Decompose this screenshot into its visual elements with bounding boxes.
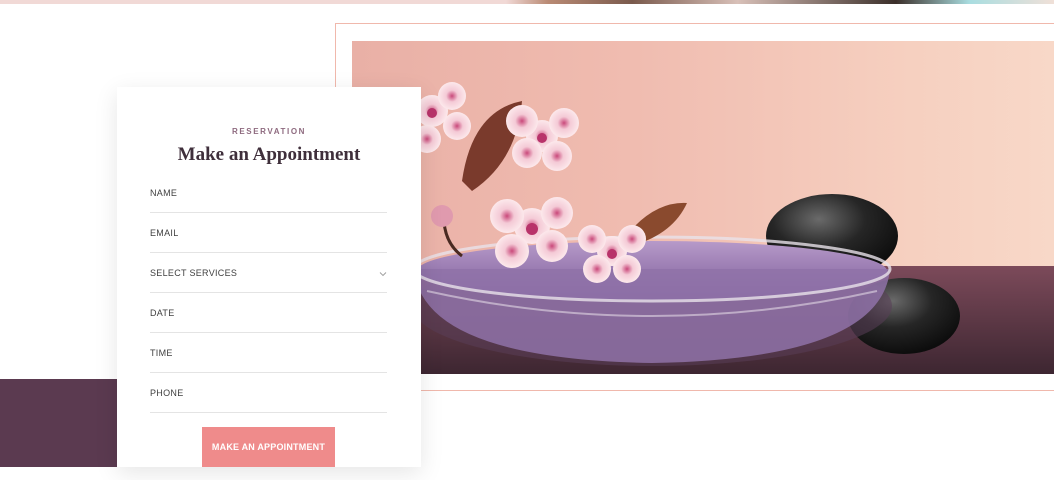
top-image-strip bbox=[0, 0, 1054, 4]
appointment-form-card: RESERVATION Make an Appointment NAME EMA… bbox=[117, 87, 421, 467]
spa-hero-photo bbox=[352, 41, 1054, 374]
section-eyebrow: RESERVATION bbox=[231, 127, 307, 136]
time-field-placeholder: TIME bbox=[150, 348, 173, 358]
time-field[interactable]: TIME bbox=[150, 333, 387, 373]
date-field-placeholder: DATE bbox=[150, 308, 175, 318]
select-services-dropdown[interactable]: SELECT SERVICES bbox=[150, 253, 387, 293]
decorative-purple-block bbox=[0, 379, 118, 467]
name-field-placeholder: NAME bbox=[150, 188, 178, 198]
email-field-placeholder: EMAIL bbox=[150, 228, 179, 238]
chevron-down-icon bbox=[379, 272, 387, 277]
email-field[interactable]: EMAIL bbox=[150, 213, 387, 253]
date-field[interactable]: DATE bbox=[150, 293, 387, 333]
select-services-label: SELECT SERVICES bbox=[150, 268, 238, 278]
phone-field-placeholder: PHONE bbox=[150, 388, 184, 398]
name-field[interactable]: NAME bbox=[150, 173, 387, 213]
phone-field[interactable]: PHONE bbox=[150, 373, 387, 413]
form-title: Make an Appointment bbox=[177, 144, 361, 165]
make-appointment-button[interactable]: MAKE AN APPOINTMENT bbox=[202, 427, 335, 467]
